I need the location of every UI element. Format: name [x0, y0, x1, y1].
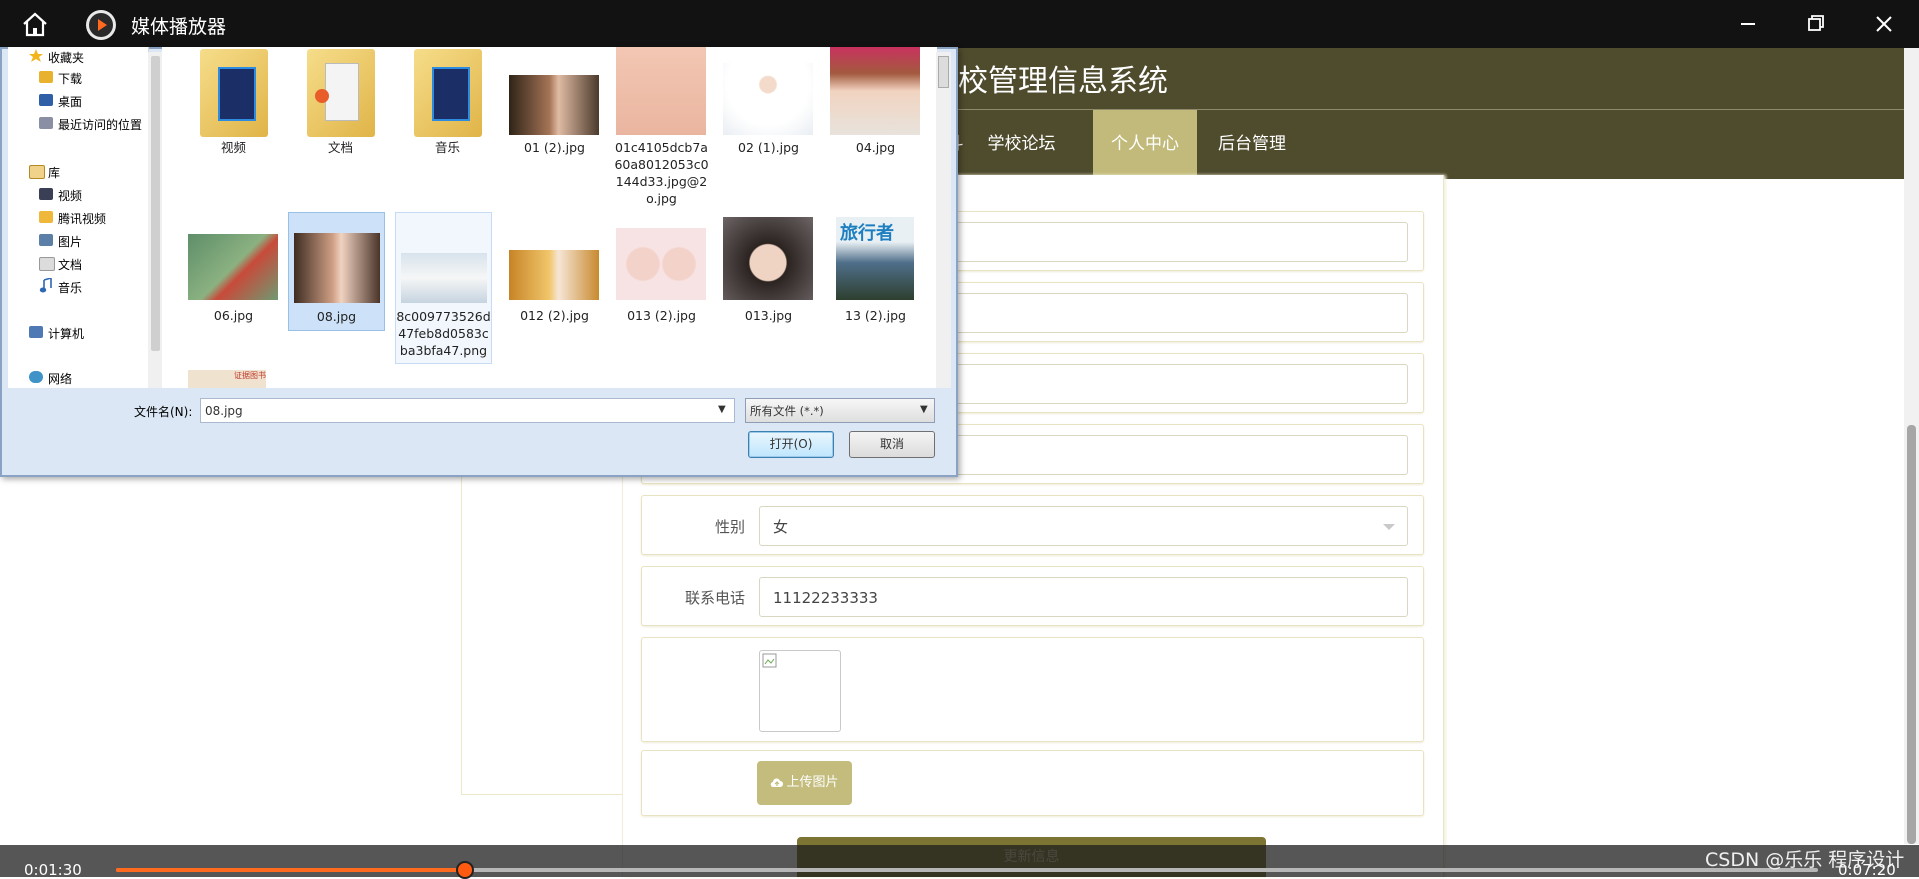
restore-icon[interactable]	[1801, 10, 1831, 38]
avatar-row	[641, 637, 1424, 742]
seek-handle[interactable]	[455, 861, 474, 879]
image-thumbnail	[294, 233, 380, 303]
minimize-icon[interactable]	[1733, 10, 1763, 38]
gender-value: 女	[773, 518, 789, 536]
player-titlebar: 媒体播放器	[0, 0, 1919, 48]
player-control-bar	[0, 845, 1919, 877]
nav-computer[interactable]: 计算机	[48, 325, 84, 342]
home-icon[interactable]	[20, 10, 50, 38]
file-thumbnail[interactable]: 01c4105dcb7a60a8012053c0144d33.jpg@2o.jp…	[614, 47, 709, 207]
folder-music[interactable]: 音乐	[400, 47, 495, 162]
folder-documents[interactable]: 文档	[293, 47, 388, 162]
documents-library-icon	[39, 257, 55, 271]
recent-places-icon	[39, 117, 53, 129]
tencent-video-folder-icon	[39, 211, 53, 223]
gender-label: 性别	[714, 518, 745, 536]
file-thumbnail[interactable]: 012 (2).jpg	[507, 212, 602, 329]
open-button[interactable]: 打开(O)	[748, 431, 834, 458]
file-thumbnail[interactable]: 013 (2).jpg	[614, 212, 709, 329]
file-thumbnail-selected[interactable]: 08.jpg	[288, 212, 385, 331]
file-thumbnail[interactable]: 01 (2).jpg	[507, 47, 602, 162]
nav-item-downloads[interactable]: 下载	[58, 70, 82, 87]
desktop-icon	[39, 94, 53, 106]
nav-item-admin[interactable]: 后台管理	[1197, 110, 1307, 179]
navigation-pane: 收藏夹 下载 桌面 最近访问的位置 库 视频 腾讯视频 图片 文档 音乐 计算机…	[8, 47, 149, 388]
filename-label: 文件名(N):	[134, 405, 193, 419]
close-icon[interactable]	[1869, 10, 1899, 38]
music-note-icon	[39, 278, 52, 293]
network-icon	[29, 371, 43, 383]
image-thumbnail	[188, 234, 278, 300]
music-folder-icon	[414, 49, 482, 137]
file-thumbnail[interactable]: 证据图书	[186, 367, 281, 388]
file-list-scrollbar[interactable]	[936, 52, 951, 388]
download-folder-icon	[39, 71, 53, 83]
image-thumbnail	[616, 47, 706, 135]
library-icon	[29, 165, 45, 179]
site-title: 校管理信息系统	[958, 64, 1168, 99]
image-thumbnail: 证据图书	[188, 370, 266, 388]
nav-library[interactable]: 库	[48, 164, 60, 181]
phone-input[interactable]: 11122233333	[759, 577, 1408, 617]
cancel-button[interactable]: 取消	[849, 431, 935, 458]
media-player-logo-icon	[86, 10, 116, 40]
nav-item-documents[interactable]: 文档	[58, 256, 82, 273]
file-type-select[interactable]: 所有文件 (*.*)	[745, 398, 935, 423]
filename-dropdown-icon[interactable]: ▼	[718, 404, 726, 415]
phone-label: 联系电话	[684, 589, 745, 607]
seek-bar-progress	[116, 868, 465, 872]
file-thumbnail[interactable]: 013.jpg	[721, 212, 816, 329]
broken-image-icon	[762, 653, 777, 668]
computer-icon	[29, 326, 43, 338]
folder-videos[interactable]: 视频	[186, 47, 281, 162]
current-time: 0:01:30	[24, 861, 82, 879]
cloud-upload-icon	[771, 778, 784, 787]
nav-item-tencent-video[interactable]: 腾讯视频	[58, 210, 106, 227]
gender-select[interactable]: 女	[759, 506, 1408, 546]
nav-item-music[interactable]: 音乐	[58, 279, 82, 296]
image-thumbnail	[616, 228, 706, 300]
image-thumbnail	[401, 253, 487, 303]
nav-item-desktop[interactable]: 桌面	[58, 93, 82, 110]
image-thumbnail	[723, 217, 813, 300]
file-thumbnail[interactable]: 06.jpg	[186, 212, 281, 329]
filename-input[interactable]: 08.jpg	[200, 398, 735, 423]
file-thumbnail[interactable]: 旅行者 13 (2).jpg	[828, 212, 923, 329]
star-icon	[29, 49, 43, 62]
nav-item-forum[interactable]: 学校论坛	[968, 110, 1075, 179]
gender-row: 性别 女	[641, 495, 1424, 555]
image-thumbnail	[509, 250, 599, 300]
file-thumbnail[interactable]: 02 (1).jpg	[721, 47, 816, 162]
upload-label: 上传图片	[786, 775, 839, 790]
file-type-dropdown-icon[interactable]: ▼	[920, 404, 928, 415]
nav-pane-scrollbar-thumb[interactable]	[151, 56, 160, 351]
thumbnail-caption: 证据图书	[234, 371, 266, 380]
file-thumbnail[interactable]: 04.jpg	[828, 47, 923, 162]
videos-library-icon	[39, 188, 53, 200]
video-folder-icon	[200, 49, 268, 137]
image-thumbnail	[509, 75, 599, 135]
player-title: 媒体播放器	[131, 16, 227, 38]
avatar-preview	[759, 650, 841, 732]
image-thumbnail	[830, 47, 920, 135]
nav-item-personal-center[interactable]: 个人中心	[1093, 110, 1197, 179]
nav-item-videos[interactable]: 视频	[58, 187, 82, 204]
nav-item-pictures[interactable]: 图片	[58, 233, 82, 250]
page-scrollbar-thumb[interactable]	[1907, 425, 1916, 844]
phone-row: 联系电话 11122233333	[641, 566, 1424, 626]
file-thumbnail-hovered[interactable]: 8c009773526d47feb8d0583cba3bfa47.png	[395, 212, 492, 364]
image-thumbnail	[723, 63, 813, 135]
magazine-thumbnail: 旅行者	[836, 217, 914, 300]
documents-folder-icon	[307, 49, 375, 137]
file-list-scrollbar-thumb[interactable]	[938, 56, 949, 88]
nav-network[interactable]: 网络	[48, 370, 72, 387]
chevron-down-icon	[1383, 524, 1395, 530]
nav-item-recent[interactable]: 最近访问的位置	[58, 116, 142, 133]
nav-favorites[interactable]: 收藏夹	[48, 49, 84, 66]
upload-image-button[interactable]: 上传图片	[757, 761, 852, 805]
watermark: CSDN @乐乐 程序设计	[1705, 849, 1905, 871]
site-nav: 斗 学校论坛 个人中心 后台管理	[942, 110, 1904, 179]
file-list: 视频 文档 音乐 01 (2).jpg 01c4105dcb7a60a80120…	[162, 47, 937, 388]
pictures-library-icon	[39, 234, 53, 246]
